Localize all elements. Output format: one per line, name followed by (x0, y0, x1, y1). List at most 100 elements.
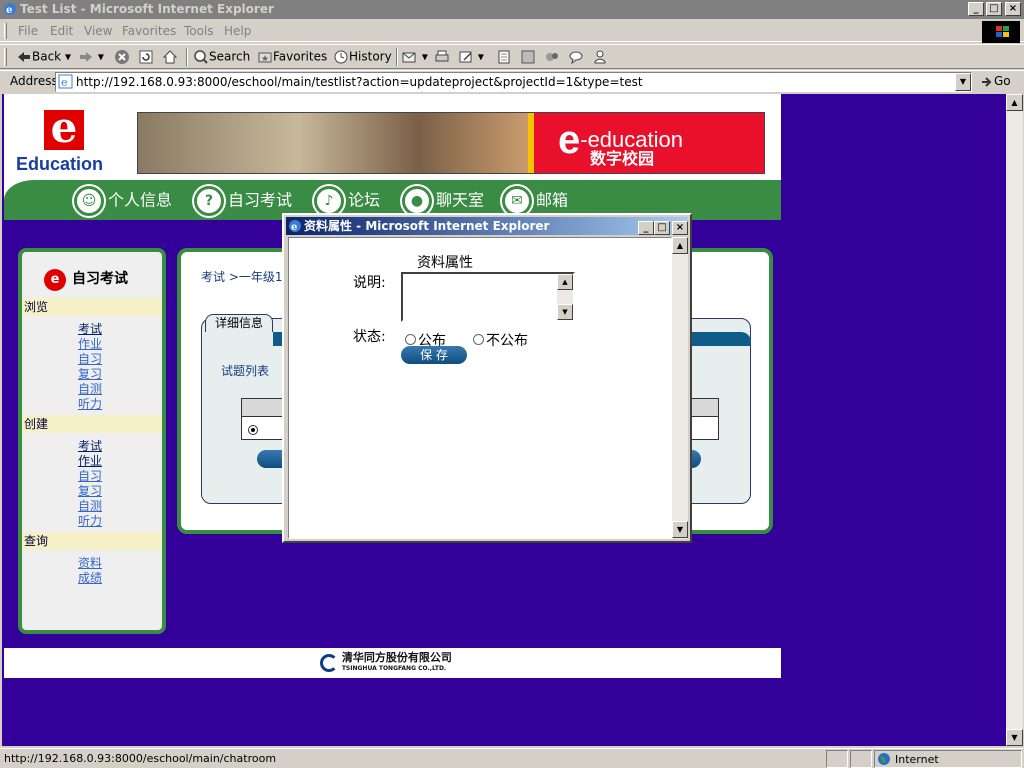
menu-favorites[interactable]: Favorites (122, 24, 176, 38)
go-button[interactable]: Go (980, 74, 1011, 89)
site-header: e Education e-education 数字校园 ☺ 个人信息 ? 自习考试… (4, 94, 781, 220)
status-unpublish-radio[interactable]: 不公布 (473, 330, 528, 350)
user-button[interactable] (592, 49, 608, 65)
footer-company-name: 清华同方股份有限公司 TSINGHUA TONGFANG CO.,LTD. (342, 652, 452, 674)
sidebar-link-browse-listening[interactable]: 听力 (78, 395, 102, 412)
messenger-button[interactable] (544, 49, 560, 65)
scroll-up-arrow[interactable]: ▲ (1006, 94, 1023, 111)
edit-button[interactable]: ▾ (458, 49, 484, 65)
research-icon (521, 50, 535, 64)
address-label: Address (10, 74, 58, 88)
nav-label: 邮箱 (536, 190, 569, 210)
back-button[interactable]: Back ▾ (16, 49, 71, 65)
menu-view[interactable]: View (84, 24, 112, 38)
status-bar: http://192.168.0.93:8000/eschool/main/ch… (0, 748, 1024, 768)
dialog-maximize-button[interactable]: □ (654, 221, 670, 235)
footer-company-en: TSINGHUA TONGFANG CO.,LTD. (341, 665, 447, 672)
material-properties-dialog: e 资料属性 - Microsoft Internet Explorer _ □… (282, 213, 692, 543)
dialog-close-button[interactable]: × (672, 221, 688, 235)
page-icon: e (58, 74, 73, 89)
nav-label: 个人信息 (108, 190, 173, 210)
menu-edit[interactable]: Edit (50, 24, 73, 38)
site-logo-text: Education (16, 154, 104, 174)
nav-label: 聊天室 (436, 190, 485, 210)
dialog-scroll-up[interactable]: ▲ (672, 237, 688, 254)
search-icon (194, 50, 208, 64)
dialog-heading: 资料属性 (417, 255, 473, 271)
nav-label: 自习考试 (228, 190, 293, 210)
dialog-minimize-button[interactable]: _ (638, 221, 654, 235)
sidebar-link-query-grades[interactable]: 成绩 (78, 569, 102, 586)
sidebar-title: e 自习考试 (44, 268, 128, 291)
textarea-scroll-up[interactable]: ▲ (557, 274, 573, 290)
windows-logo-icon (982, 21, 1020, 43)
edit-page-icon (459, 51, 472, 63)
dialog-scrollbar[interactable]: ▲ ▼ (672, 237, 688, 539)
menu-help[interactable]: Help (224, 24, 251, 38)
tongfang-logo-icon (320, 654, 338, 672)
toolbar-grip (4, 48, 7, 66)
description-textarea[interactable]: ▲ ▼ (401, 272, 575, 322)
nav-personal-info[interactable]: ☺ 个人信息 (74, 186, 172, 216)
description-label: 说明: (353, 275, 386, 291)
search-button[interactable]: Search (193, 49, 250, 65)
nav-chatroom[interactable]: ● 聊天室 (402, 186, 484, 216)
nav-forum[interactable]: ♪ 论坛 (314, 186, 380, 216)
microphone-icon: ♪ (314, 186, 344, 216)
breadcrumb[interactable]: 考试 >一年级1 (201, 268, 283, 285)
tab-details[interactable]: 详细信息 (205, 314, 273, 332)
security-zone-text: Internet (895, 753, 939, 766)
close-button[interactable]: × (1005, 2, 1021, 16)
home-button[interactable] (162, 49, 178, 65)
nav-mailbox[interactable]: ✉ 邮箱 (502, 186, 568, 216)
stop-icon (115, 50, 129, 64)
restore-button[interactable]: □ (986, 2, 1002, 16)
sidebar: e 自习考试 浏览 考试 作业 自习 复习 自测 听力 创建 考试 作业 自习 复… (18, 248, 166, 634)
sidebar-title-text: 自习考试 (72, 271, 128, 287)
address-url: http://192.168.0.93:8000/eschool/main/te… (76, 75, 643, 89)
window-title-bar: e Test List - Microsoft Internet Explore… (0, 0, 1024, 19)
save-button[interactable]: 保 存 (401, 346, 467, 364)
scroll-down-arrow[interactable]: ▼ (1006, 729, 1023, 746)
chat-bubble-button[interactable] (568, 49, 584, 65)
user-icon (594, 50, 606, 64)
row-select-radio[interactable] (248, 425, 258, 435)
favorites-folder-icon (258, 52, 272, 63)
nav-self-study-exam[interactable]: ? 自习考试 (194, 186, 292, 216)
banner-subtitle: 数字校园 (590, 149, 655, 168)
sidebar-link-create-listening[interactable]: 听力 (78, 512, 102, 529)
history-button[interactable]: History (333, 49, 392, 65)
textarea-scrollbar[interactable]: ▲ ▼ (557, 274, 573, 320)
dialog-body: 资料属性 说明: ▲ ▼ 状态: 公布 不公布 保 存 (288, 237, 672, 539)
print-button[interactable] (434, 49, 450, 65)
stop-button[interactable] (114, 49, 130, 65)
forward-button[interactable]: ▾ (78, 49, 104, 65)
research-button[interactable] (520, 49, 536, 65)
go-label: Go (994, 74, 1011, 88)
menu-tools[interactable]: Tools (184, 24, 214, 38)
messenger-icon (546, 53, 558, 61)
nav-label: 论坛 (348, 190, 381, 210)
dialog-scroll-down[interactable]: ▼ (672, 521, 688, 538)
favorites-button[interactable]: Favorites (257, 49, 327, 65)
address-input[interactable]: e http://192.168.0.93:8000/eschool/main/… (55, 72, 972, 92)
site-footer: 清华同方股份有限公司 TSINGHUA TONGFANG CO.,LTD. (4, 648, 781, 678)
discuss-button[interactable] (496, 49, 512, 65)
radio-circle (405, 334, 416, 345)
security-zone-cell: Internet (874, 750, 1022, 768)
mail-icon: ✉ (502, 186, 532, 216)
page-scrollbar[interactable]: ▲ ▼ (1006, 94, 1023, 746)
address-dropdown-arrow[interactable]: ▼ (955, 73, 971, 91)
refresh-button[interactable] (138, 49, 154, 65)
ie-logo-icon: e (4, 3, 16, 16)
document-icon (498, 50, 510, 64)
status-unpublish-label: 不公布 (486, 333, 528, 349)
status-cell (826, 750, 848, 768)
mail-button[interactable]: ▾ (402, 49, 428, 65)
textarea-scroll-down[interactable]: ▼ (557, 304, 573, 320)
minimize-button[interactable]: _ (968, 2, 984, 16)
menu-file[interactable]: File (18, 24, 38, 38)
site-logo-mark[interactable]: e (44, 107, 84, 150)
footer-company-logo: 清华同方股份有限公司 TSINGHUA TONGFANG CO.,LTD. (320, 652, 452, 674)
refresh-icon (139, 50, 153, 64)
